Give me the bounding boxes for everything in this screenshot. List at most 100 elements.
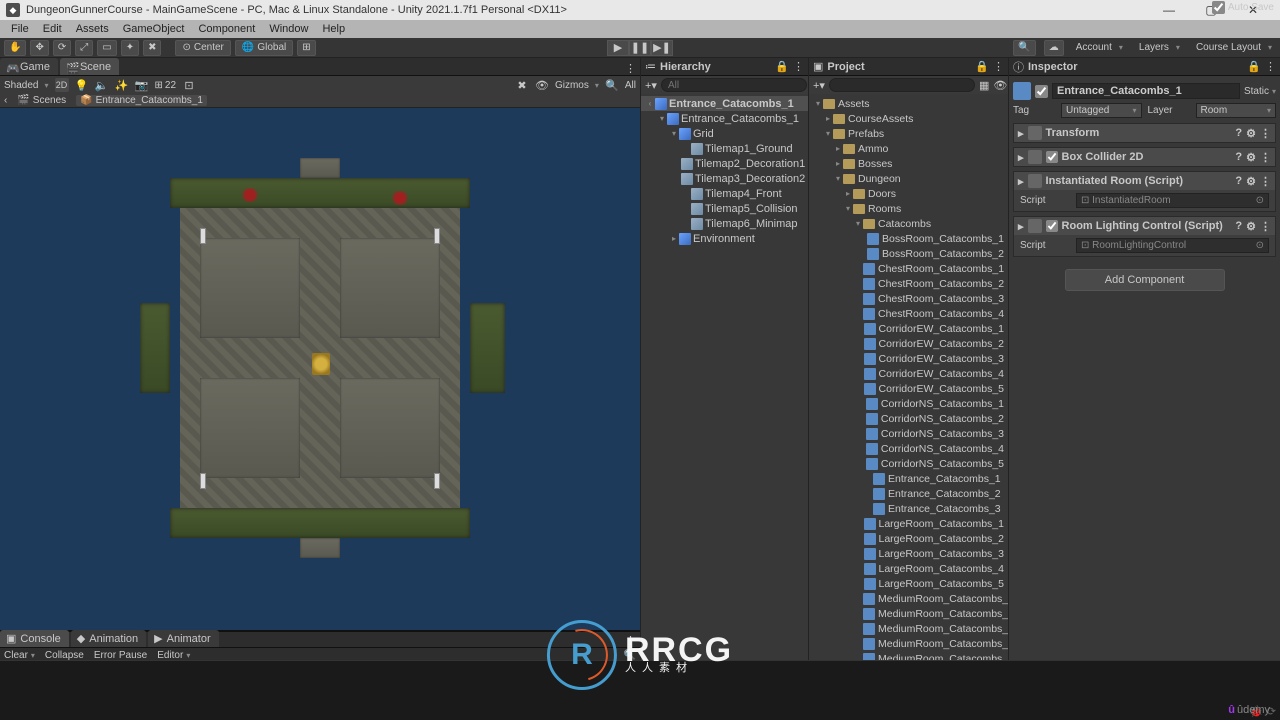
help-icon[interactable]: ? [1235,151,1242,163]
project-add-button[interactable]: +▾ [813,79,825,92]
project-item[interactable]: Entrance_Catacombs_2 [809,486,1008,501]
component-header[interactable]: ▸Room Lighting Control (Script)?⚙⋮ [1014,217,1275,235]
project-item[interactable]: MediumRoom_Catacombs_4 [809,636,1008,651]
shading-mode-dropdown[interactable]: Shaded [4,80,49,91]
hierarchy-item[interactable]: Tilemap1_Ground [641,141,808,156]
project-item[interactable]: LargeRoom_Catacombs_5 [809,576,1008,591]
project-item[interactable]: CorridorEW_Catacombs_1 [809,321,1008,336]
tab-console[interactable]: ▣ Console [0,630,69,647]
project-item[interactable]: CorridorEW_Catacombs_2 [809,336,1008,351]
hierarchy-item[interactable]: Tilemap2_Decoration1 [641,156,808,171]
grid-snap-icon[interactable]: ⊡ [182,78,196,92]
project-item[interactable]: ▸Bosses [809,156,1008,171]
preset-icon[interactable]: ⚙ [1246,220,1256,233]
step-button[interactable]: ▶❚ [651,40,673,56]
hierarchy-menu-icon[interactable]: ⋮ [793,60,804,73]
help-icon[interactable]: ? [1235,127,1242,139]
tab-game[interactable]: 🎮Game [0,58,58,75]
transform-tool-button[interactable]: ✦ [121,40,139,56]
project-item[interactable]: CorridorNS_Catacombs_5 [809,456,1008,471]
menu-edit[interactable]: Edit [36,23,69,35]
project-search-input[interactable] [829,78,975,92]
project-item[interactable]: ChestRoom_Catacombs_1 [809,261,1008,276]
hierarchy-tree[interactable]: ‹Entrance_Catacombs_1▾Entrance_Catacombs… [641,94,808,660]
script-slot[interactable]: ⊡ InstantiatedRoom⊙ [1076,193,1269,208]
play-button[interactable]: ▶ [607,40,629,56]
inspector-menu-icon[interactable]: ⋮ [1265,60,1276,73]
preset-icon[interactable]: ⚙ [1246,175,1256,188]
component-enabled-checkbox[interactable] [1046,220,1058,232]
clear-button[interactable]: Clear [4,650,35,661]
account-dropdown[interactable]: Account [1072,40,1127,56]
hierarchy-item[interactable]: Tilemap6_Minimap [641,216,808,231]
snap-button[interactable]: ⊞ [297,40,315,56]
audio-icon[interactable]: 🔈 [95,78,109,92]
back-arrow-icon[interactable]: ‹ [4,95,7,106]
project-item[interactable]: CorridorNS_Catacombs_3 [809,426,1008,441]
menu-gameobject[interactable]: GameObject [116,23,192,35]
component-menu-icon[interactable]: ⋮ [1260,175,1271,188]
scale-tool-button[interactable]: ⤢ [75,40,93,56]
project-item[interactable]: ▾Catacombs [809,216,1008,231]
layers-dropdown[interactable]: Layers [1135,40,1184,56]
project-item[interactable]: LargeRoom_Catacombs_3 [809,546,1008,561]
preset-icon[interactable]: ⚙ [1246,127,1256,140]
pivot-mode-toggle[interactable]: ⊙ Center [175,40,230,56]
component-menu-icon[interactable]: ⋮ [1260,220,1271,233]
tab-scene[interactable]: 🎬Scene [60,58,119,75]
hierarchy-add-button[interactable]: +▾ [645,79,657,92]
project-item[interactable]: BossRoom_Catacombs_2 [809,246,1008,261]
project-item[interactable]: ▾Dungeon [809,171,1008,186]
project-item[interactable]: CorridorEW_Catacombs_4 [809,366,1008,381]
project-item[interactable]: CorridorNS_Catacombs_4 [809,441,1008,456]
search-icon[interactable]: 🔍 [605,78,619,92]
hierarchy-item[interactable]: Tilemap5_Collision [641,201,808,216]
grid-toggle[interactable]: ⊞22 [155,80,177,91]
project-item[interactable]: ▸CourseAssets [809,111,1008,126]
hierarchy-root[interactable]: ‹Entrance_Catacombs_1 [641,96,808,111]
project-item[interactable]: LargeRoom_Catacombs_2 [809,531,1008,546]
project-item[interactable]: CorridorEW_Catacombs_5 [809,381,1008,396]
hierarchy-search-input[interactable] [661,78,807,92]
handle-rotation-toggle[interactable]: 🌐 Global [235,40,293,56]
menu-file[interactable]: File [4,23,36,35]
project-item[interactable]: MediumRoom_Catacombs_2 [809,606,1008,621]
component-menu-icon[interactable]: ⋮ [1260,127,1271,140]
project-item[interactable]: Entrance_Catacombs_3 [809,501,1008,516]
project-item[interactable]: ▾Rooms [809,201,1008,216]
project-eye-icon[interactable]: 👁 [993,79,1007,92]
breadcrumb-prefab[interactable]: 📦 Entrance_Catacombs_1 [76,95,207,106]
auto-save-toggle[interactable]: Auto Save [1212,1,1274,14]
camera-icon[interactable]: 📷 [135,78,149,92]
layout-dropdown[interactable]: Course Layout [1192,40,1276,56]
hierarchy-lock-icon[interactable]: 🔒 [775,60,789,73]
pause-button[interactable]: ❚❚ [629,40,651,56]
console-menu-icon[interactable]: ⋮ [625,634,636,647]
tag-dropdown[interactable]: Untagged [1061,103,1142,118]
rotate-tool-button[interactable]: ⟳ [53,40,71,56]
help-icon[interactable]: ? [1235,220,1242,232]
project-item[interactable]: MediumRoom_Catacombs_3 [809,621,1008,636]
gizmos-dropdown[interactable]: Gizmos [555,80,599,91]
rect-tool-button[interactable]: ▭ [97,40,116,56]
collab-button[interactable]: ☁ [1044,40,1064,56]
menu-component[interactable]: Component [191,23,262,35]
project-item[interactable]: ▸Ammo [809,141,1008,156]
project-menu-icon[interactable]: ⋮ [993,60,1004,73]
project-item[interactable]: Entrance_Catacombs_1 [809,471,1008,486]
lighting-icon[interactable]: 💡 [75,78,89,92]
tools-icon[interactable]: ✖ [515,78,529,92]
project-tree[interactable]: ▾Assets▸CourseAssets▾Prefabs▸Ammo▸Bosses… [809,94,1008,660]
gameobject-enabled-checkbox[interactable] [1035,85,1048,98]
error-pause-toggle[interactable]: Error Pause [94,650,147,661]
project-item[interactable]: MediumRoom_Catacombs_5 [809,651,1008,660]
project-item[interactable]: CorridorNS_Catacombs_2 [809,411,1008,426]
project-item[interactable]: ChestRoom_Catacombs_3 [809,291,1008,306]
hierarchy-item[interactable]: Tilemap3_Decoration2 [641,171,808,186]
component-header[interactable]: ▸Instantiated Room (Script)?⚙⋮ [1014,172,1275,190]
hierarchy-item[interactable]: ▾Entrance_Catacombs_1 [641,111,808,126]
console-search-icon[interactable]: 🔍 [624,650,636,661]
gameobject-name-input[interactable] [1052,83,1240,99]
component-enabled-checkbox[interactable] [1046,151,1058,163]
project-item[interactable]: ▾Prefabs [809,126,1008,141]
